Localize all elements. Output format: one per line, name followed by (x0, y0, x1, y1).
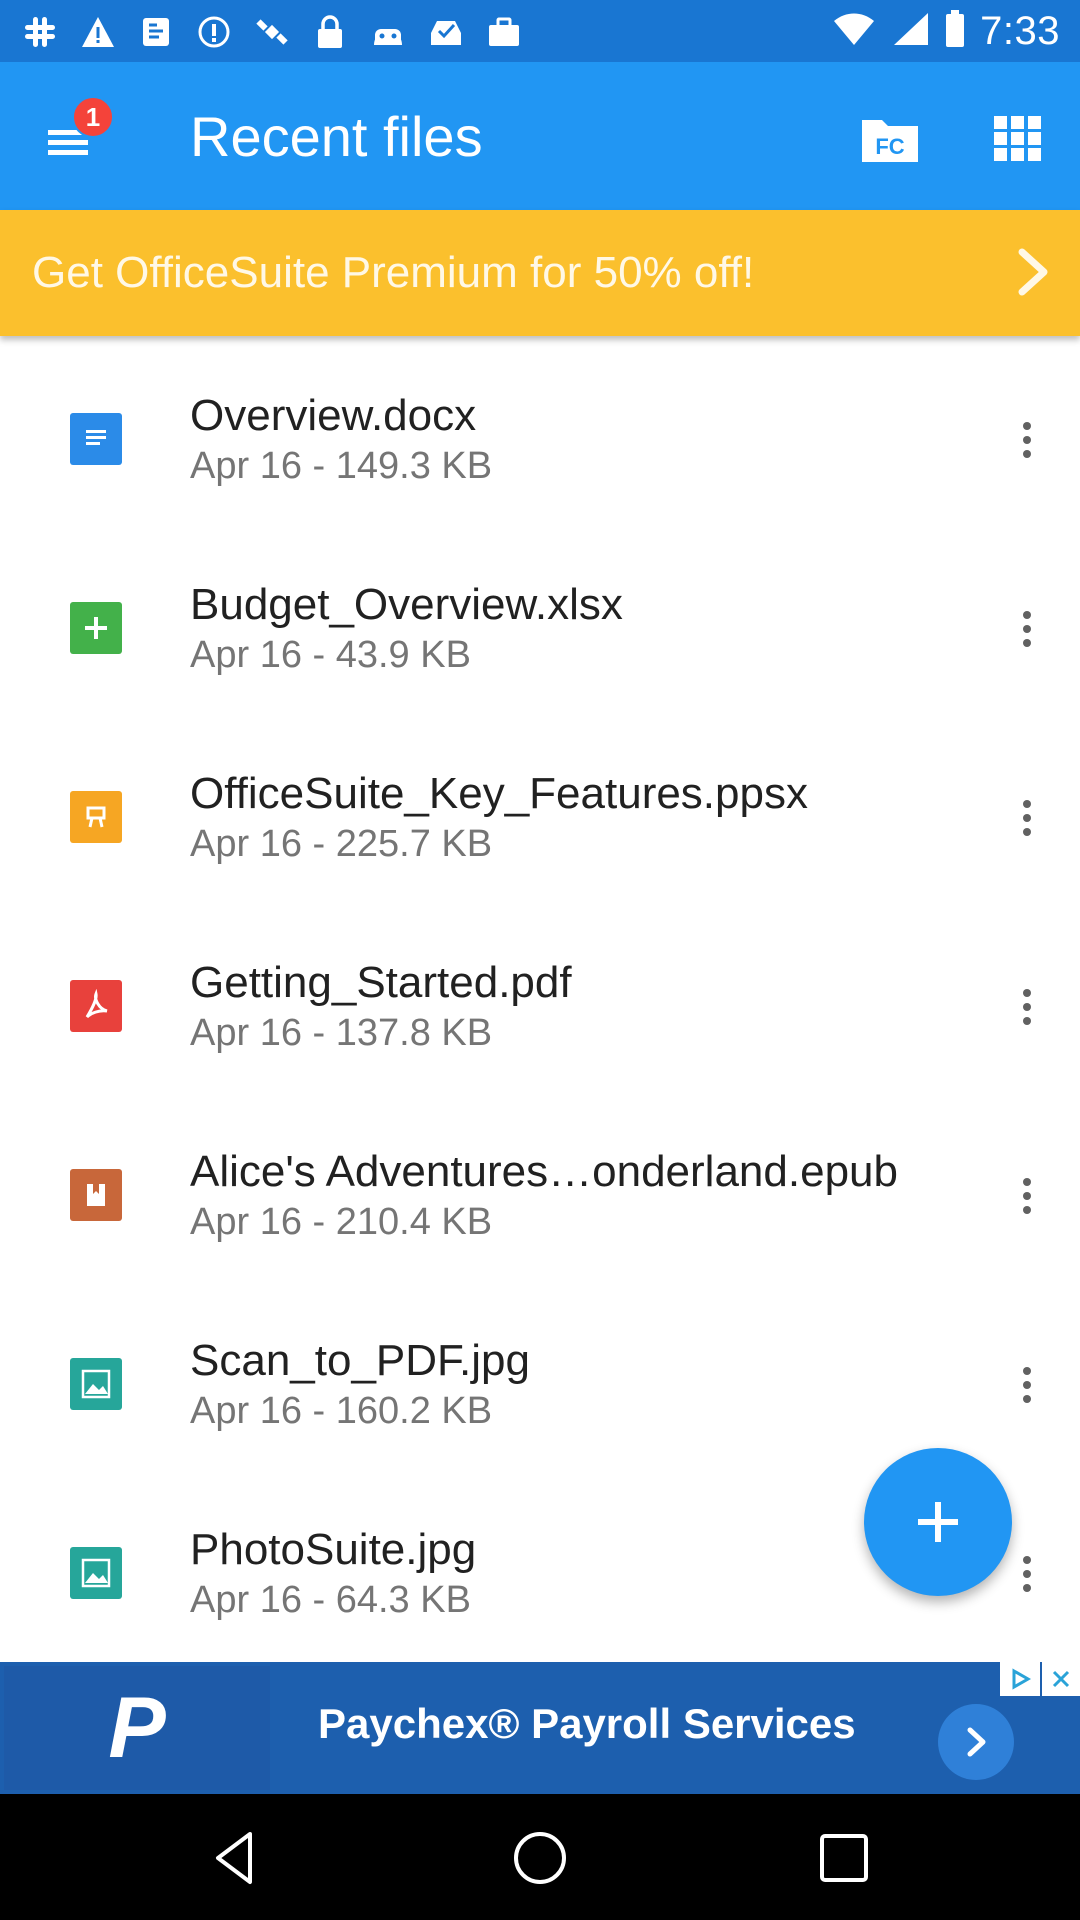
app-bar: 1 Recent files FC (0, 62, 1080, 210)
image-icon (70, 1547, 122, 1599)
warning-icon (80, 14, 116, 50)
file-name: Budget_Overview.xlsx (190, 580, 623, 629)
sim-toolkit-icon (138, 14, 174, 50)
promo-text: Get OfficeSuite Premium for 50% off! (32, 248, 755, 297)
more-options-button[interactable] (1000, 1547, 1054, 1601)
more-vert-icon (1023, 1178, 1031, 1186)
ad-arrow-button[interactable] (938, 1704, 1014, 1780)
close-icon (1052, 1670, 1070, 1688)
more-vert-icon (1023, 800, 1031, 808)
lock-icon (312, 14, 348, 50)
file-meta: Apr 16 - 64.3 KB (190, 1579, 471, 1621)
plus-icon (918, 1502, 958, 1542)
file-name: PhotoSuite.jpg (190, 1525, 477, 1574)
info-icon (196, 14, 232, 50)
more-options-button[interactable] (1000, 413, 1054, 467)
presentation-icon (70, 791, 122, 843)
page-title: Recent files (190, 105, 483, 168)
status-bar: 7:33 (0, 0, 1080, 62)
battery-icon (944, 9, 966, 53)
file-meta: Apr 16 - 137.8 KB (190, 1012, 493, 1054)
slack-icon (22, 14, 58, 50)
pdf-icon (70, 980, 122, 1032)
file-name: OfficeSuite_Key_Features.ppsx (190, 769, 808, 818)
briefcase-icon (486, 14, 522, 50)
android-icon (370, 14, 406, 50)
file-meta: Apr 16 - 210.4 KB (190, 1201, 493, 1243)
chevron-right-icon (1018, 248, 1048, 296)
file-meta: Apr 16 - 149.3 KB (190, 445, 493, 487)
ad-banner[interactable]: P Paychex® Payroll Services (0, 1662, 1080, 1794)
more-vert-icon (1023, 1367, 1031, 1375)
file-row[interactable]: Getting_Started.pdf Apr 16 - 137.8 KB (0, 912, 1080, 1101)
home-icon[interactable] (508, 1826, 572, 1890)
more-options-button[interactable] (1000, 980, 1054, 1034)
inbox-check-icon (428, 14, 464, 50)
file-commander-icon: FC (862, 120, 918, 162)
create-new-document-button[interactable] (864, 1448, 1012, 1596)
svg-text:FC: FC (875, 134, 904, 159)
system-navigation-bar (0, 1794, 1080, 1920)
more-options-button[interactable] (1000, 1358, 1054, 1412)
wifi-icon (832, 11, 876, 52)
grid-view-button[interactable] (990, 110, 1046, 166)
chevron-right-icon (967, 1727, 986, 1757)
file-meta: Apr 16 - 225.7 KB (190, 823, 493, 865)
more-options-button[interactable] (1000, 791, 1054, 845)
signal-icon (890, 11, 930, 52)
clock: 7:33 (980, 8, 1060, 53)
file-name: Scan_to_PDF.jpg (190, 1336, 530, 1385)
notification-icons (22, 12, 522, 52)
more-vert-icon (1023, 611, 1031, 619)
more-vert-icon (1023, 1556, 1031, 1564)
grid-view-icon (994, 116, 1041, 161)
back-icon[interactable] (204, 1826, 268, 1890)
file-meta: Apr 16 - 160.2 KB (190, 1390, 493, 1432)
ad-close-button[interactable] (1042, 1662, 1080, 1696)
more-options-button[interactable] (1000, 602, 1054, 656)
file-meta: Apr 16 - 43.9 KB (190, 634, 471, 676)
more-vert-icon (1023, 422, 1031, 430)
recents-icon[interactable] (812, 1826, 876, 1890)
notification-badge: 1 (72, 96, 114, 138)
file-commander-button[interactable]: FC (858, 110, 922, 166)
file-name: Overview.docx (190, 391, 477, 440)
premium-promo-banner[interactable]: Get OfficeSuite Premium for 50% off! (0, 210, 1080, 336)
spreadsheet-icon (70, 602, 122, 654)
file-row[interactable]: Overview.docx Apr 16 - 149.3 KB (0, 345, 1080, 534)
image-icon (70, 1358, 122, 1410)
ad-text: Paychex® Payroll Services (318, 1700, 856, 1747)
ad-choices-icon (1012, 1668, 1032, 1690)
ad-choices-button[interactable] (1000, 1662, 1040, 1696)
ebook-icon (70, 1169, 122, 1221)
more-options-button[interactable] (1000, 1169, 1054, 1223)
file-name: Alice's Adventures…onderland.epub (190, 1147, 898, 1196)
file-row[interactable]: Alice's Adventures…onderland.epub Apr 16 … (0, 1101, 1080, 1290)
document-icon (70, 413, 122, 465)
file-row[interactable]: OfficeSuite_Key_Features.ppsx Apr 16 - 22… (0, 723, 1080, 912)
file-row[interactable]: Budget_Overview.xlsx Apr 16 - 43.9 KB (0, 534, 1080, 723)
ad-logo: P (4, 1666, 270, 1790)
satellite-icon (254, 14, 290, 50)
file-name: Getting_Started.pdf (190, 958, 572, 1007)
system-status: 7:33 (832, 8, 1060, 54)
more-vert-icon (1023, 989, 1031, 997)
